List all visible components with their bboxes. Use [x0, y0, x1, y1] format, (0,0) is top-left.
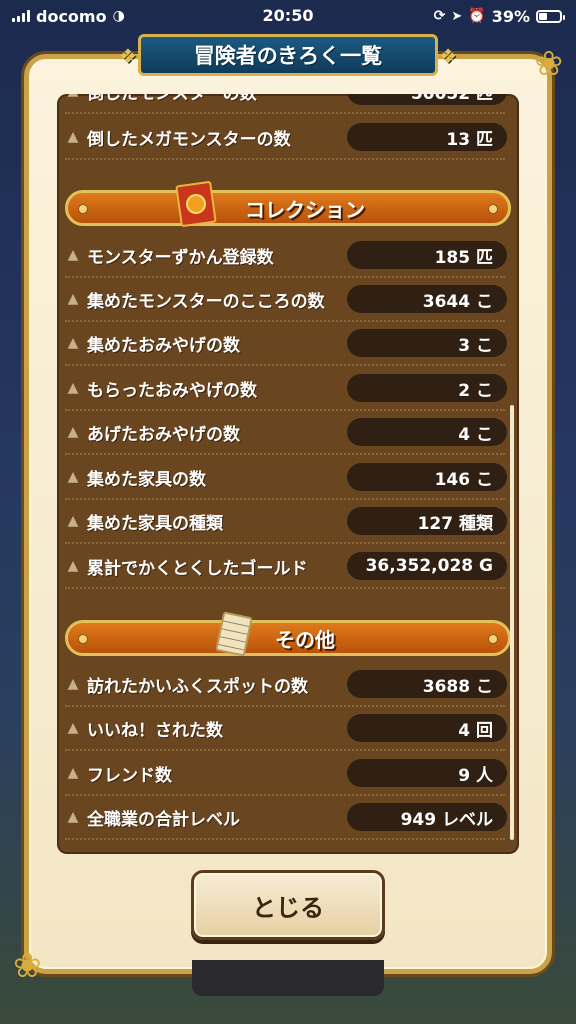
orientation-lock-icon: ⟳ — [433, 8, 446, 24]
close-button[interactable]: とじる — [191, 870, 385, 940]
record-label: 累計でかくとくしたゴールド — [87, 558, 308, 579]
list-item: ▲ もらったおみやげの数 2 こ — [65, 367, 507, 411]
onion-bullet-icon: ▲ — [67, 291, 79, 307]
record-value: 36,352,028 G — [347, 552, 507, 580]
section-title: その他 — [275, 627, 335, 652]
list-item: ▲ フレンド数 9 人 — [65, 752, 507, 796]
record-value: 185 匹 — [347, 241, 507, 269]
record-label: いいね！された数 — [87, 720, 223, 741]
list-item: ▲ 累計でかくとくしたゴールド 36,352,028 G — [65, 545, 507, 589]
list-item: ▲ あげたおみやげの数 4 こ — [65, 411, 507, 455]
record-label: 倒したメガモンスターの数 — [87, 129, 291, 150]
record-label: 集めたおみやげの数 — [87, 335, 240, 356]
scroll-icon — [214, 609, 254, 659]
section-header-collection: コレクション — [65, 180, 511, 228]
record-label: 訪れたかいふくスポットの数 — [87, 676, 308, 697]
list-item: ▲ モンスターずかん登録数 185 匹 — [65, 234, 507, 278]
corner-ornament-icon: ❀ — [13, 946, 42, 986]
header-rivet-icon — [488, 634, 498, 644]
record-label: モンスターずかん登録数 — [87, 247, 274, 268]
carrier-label: docomo — [36, 6, 107, 26]
onion-bullet-icon: ▲ — [67, 809, 79, 825]
header-rivet-icon — [488, 204, 498, 214]
list-item: ▲ 倒したモンスターの数 50052 匹 — [65, 94, 507, 114]
cellular-signal-icon — [12, 10, 30, 22]
onion-bullet-icon: ▲ — [67, 129, 79, 145]
header-rivet-icon — [78, 204, 88, 214]
alarm-icon: ⏰ — [468, 8, 486, 24]
record-label: 全職業の合計レベル — [87, 809, 240, 830]
banner-ornament-icon: ❖ — [119, 44, 137, 68]
list-item: ▲ 全職業の合計レベル 949 レベル — [65, 796, 507, 840]
record-value: 127 種類 — [347, 507, 507, 535]
list-item: ▲ 訪れたかいふくスポットの数 3688 こ — [65, 663, 507, 707]
banner-ornament-icon: ❖ — [439, 44, 457, 68]
record-label: もらったおみやげの数 — [87, 380, 257, 401]
record-value: 13 匹 — [347, 123, 507, 151]
list-item: ▲ 倒したメガモンスターの数 13 匹 — [65, 116, 507, 160]
list-item: ▲ 集めたモンスターのこころの数 3644 こ — [65, 278, 507, 322]
onion-bullet-icon: ▲ — [67, 765, 79, 781]
record-value: 4 こ — [347, 418, 507, 446]
record-label: 集めたモンスターのこころの数 — [87, 291, 325, 312]
section-header-other: その他 — [65, 611, 511, 657]
wifi-icon: ◑ — [112, 8, 125, 24]
record-label: あげたおみやげの数 — [87, 424, 240, 445]
list-item: ▲ いいね！された数 4 回 — [65, 707, 507, 751]
record-label: 集めた家具の数 — [87, 469, 206, 490]
list-item: ▲ 集めた家具の数 146 こ — [65, 456, 507, 500]
onion-bullet-icon: ▲ — [67, 380, 79, 396]
record-value: 3688 こ — [347, 670, 507, 698]
page-title: 冒険者のきろく一覧 — [193, 44, 383, 68]
list-item: ▲ 集めた家具の種類 127 種類 — [65, 500, 507, 544]
onion-bullet-icon: ▲ — [67, 335, 79, 351]
status-bar: docomo ◑ 20:50 ⟳ ➤ ⏰ 39% — [0, 0, 576, 32]
record-value: 2 こ — [347, 374, 507, 402]
onion-bullet-icon: ▲ — [67, 558, 79, 574]
onion-bullet-icon: ▲ — [65, 94, 81, 98]
record-label: 集めた家具の種類 — [87, 513, 223, 534]
status-right: ⟳ ➤ ⏰ 39% — [433, 6, 565, 26]
record-value: 9 人 — [347, 759, 507, 787]
onion-bullet-icon: ▲ — [67, 720, 79, 736]
battery-icon — [536, 9, 565, 23]
location-arrow-icon: ➤ — [451, 8, 463, 24]
list-scrollbar[interactable] — [510, 405, 514, 840]
section-title: コレクション — [245, 197, 365, 222]
corner-ornament-icon: ❀ — [534, 44, 564, 84]
onion-bullet-icon: ▲ — [67, 513, 79, 529]
record-value: 146 こ — [347, 463, 507, 491]
title-banner: ❖ 冒険者のきろく一覧 ❖ — [119, 34, 457, 76]
records-list[interactable]: ▲ 倒したモンスターの数 50052 匹 ▲ 倒したメガモンスターの数 13 匹… — [57, 94, 519, 854]
onion-bullet-icon: ▲ — [67, 469, 79, 485]
record-value: 949 レベル — [347, 803, 507, 831]
record-label: フレンド数 — [87, 765, 172, 786]
list-item: ▲ 集めたおみやげの数 3 こ — [65, 322, 507, 366]
battery-percent: 39% — [491, 6, 530, 26]
record-value: 3 こ — [347, 329, 507, 357]
record-value: 3644 こ — [347, 285, 507, 313]
onion-bullet-icon: ▲ — [67, 247, 79, 263]
record-value: 4 回 — [347, 714, 507, 742]
book-icon — [175, 179, 217, 229]
bottom-tab-shadow — [192, 960, 384, 996]
onion-bullet-icon: ▲ — [67, 676, 79, 692]
record-value: 50052 匹 — [347, 94, 507, 105]
header-rivet-icon — [78, 634, 88, 644]
status-left: docomo ◑ — [12, 7, 125, 26]
record-label: 倒したモンスターの数 — [87, 94, 347, 104]
onion-bullet-icon: ▲ — [67, 424, 79, 440]
